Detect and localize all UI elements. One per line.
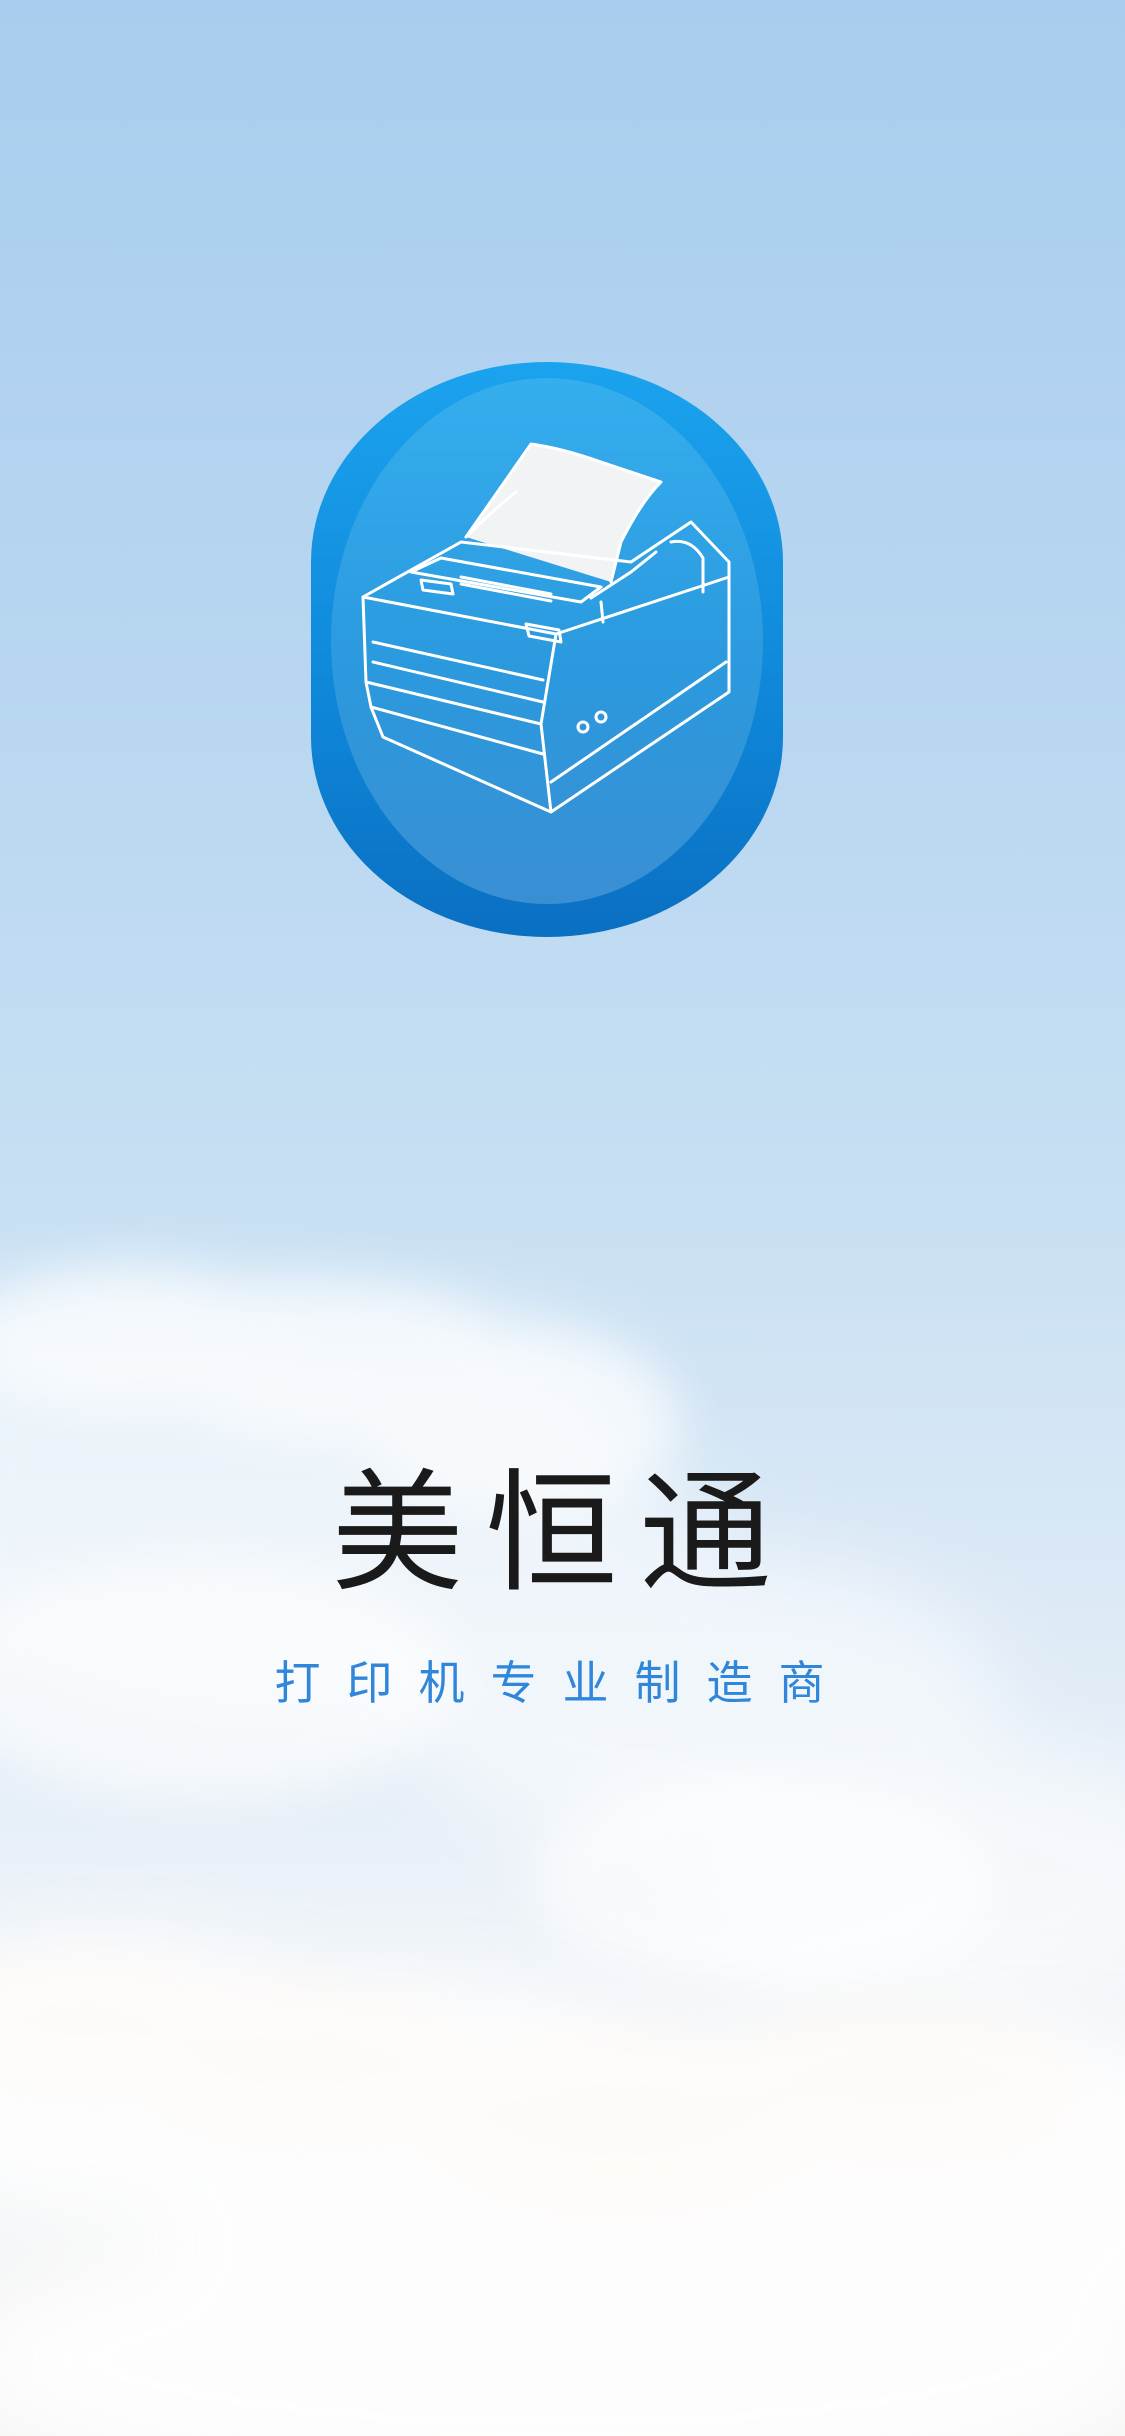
- tagline: 打印机专业制造商: [274, 1656, 851, 1710]
- brand-name: 美恒通: [331, 1457, 794, 1611]
- splash-screen: { "splash": { "app_icon": "thermal-print…: [0, 0, 1125, 2436]
- printer-line-art: [361, 442, 731, 814]
- thermal-printer-icon: [311, 362, 783, 937]
